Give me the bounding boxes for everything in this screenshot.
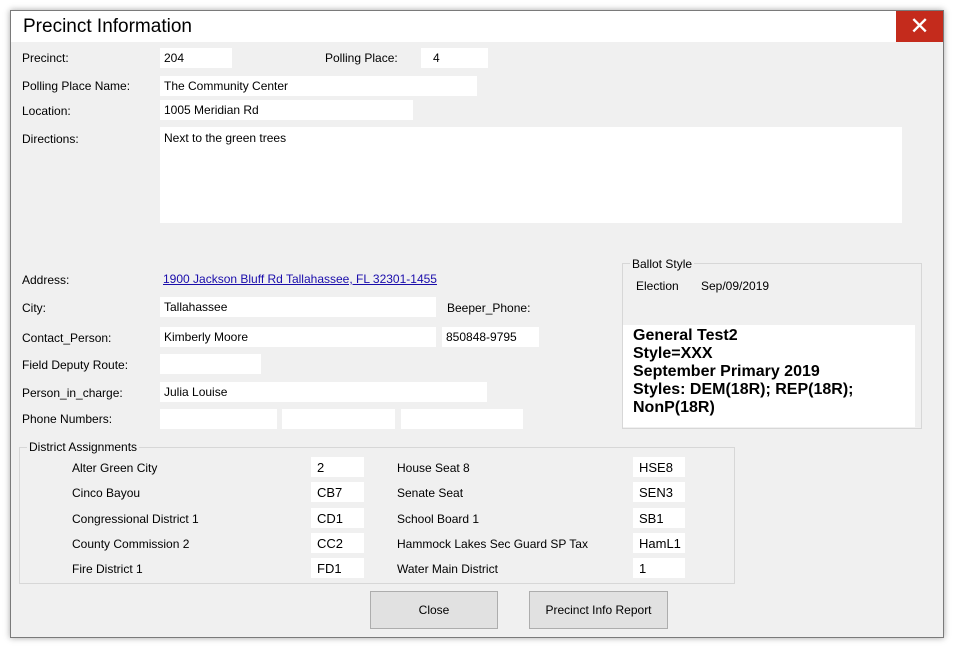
field-deputy-route-label: Field Deputy Route:: [22, 358, 129, 372]
district-assignments-title: District Assignments: [27, 440, 140, 454]
precinct-info-dialog: Precinct Information ✕ Precinct: 204 Pol…: [10, 10, 944, 638]
ballot-style-line: General Test2: [633, 327, 738, 344]
ballot-style-line: Style=XXX: [633, 345, 713, 362]
city-label: City:: [22, 301, 46, 315]
district-value-field[interactable]: CC2: [311, 533, 364, 553]
district-value-field[interactable]: CD1: [311, 508, 364, 528]
window-title: Precinct Information: [23, 16, 192, 37]
district-label: Water Main District: [397, 562, 498, 576]
phone-number-1-field[interactable]: [160, 409, 277, 429]
district-label: Congressional District 1: [72, 512, 199, 526]
location-label: Location:: [22, 104, 71, 118]
title-bar: Precinct Information ✕: [11, 11, 943, 42]
precinct-field[interactable]: 204: [160, 48, 232, 68]
ballot-style-line: September Primary 2019: [633, 363, 820, 380]
address-link[interactable]: 1900 Jackson Bluff Rd Tallahassee, FL 32…: [163, 272, 437, 286]
city-field[interactable]: Tallahassee: [160, 297, 436, 317]
district-value-field[interactable]: CB7: [311, 482, 364, 502]
district-label: House Seat 8: [397, 461, 470, 475]
ballot-style-line: NonP(18R): [633, 399, 715, 416]
district-label: Cinco Bayou: [72, 486, 141, 500]
polling-place-name-label: Polling Place Name:: [22, 79, 131, 93]
polling-place-label: Polling Place:: [325, 51, 398, 65]
address-label: Address:: [22, 273, 70, 287]
district-value-field[interactable]: FD1: [311, 558, 364, 578]
directions-label: Directions:: [22, 132, 79, 146]
ballot-style-description: General Test2 Style=XXX September Primar…: [623, 325, 915, 427]
district-label: Senate Seat: [397, 486, 464, 500]
close-icon[interactable]: ✕: [896, 11, 943, 42]
district-value-field[interactable]: HSE8: [633, 457, 685, 477]
beeper-phone-label: Beeper_Phone:: [447, 301, 531, 315]
district-value-field[interactable]: SEN3: [633, 482, 685, 502]
district-label: County Commission 2: [72, 537, 190, 551]
beeper-phone-field[interactable]: 850848-9795: [442, 327, 539, 347]
ballot-style-line: Styles: DEM(18R); REP(18R);: [633, 381, 854, 398]
ballot-style-title: Ballot Style: [630, 257, 695, 271]
phone-numbers-label: Phone Numbers:: [22, 412, 113, 426]
contact-person-field[interactable]: Kimberly Moore: [160, 327, 436, 347]
district-label: Hammock Lakes Sec Guard SP Tax: [397, 537, 588, 551]
polling-place-name-field[interactable]: The Community Center: [160, 76, 477, 96]
district-label: Alter Green City: [72, 461, 158, 475]
district-label: Fire District 1: [72, 562, 143, 576]
district-value-field[interactable]: 2: [311, 457, 364, 477]
field-deputy-route-field[interactable]: [160, 354, 261, 374]
contact-person-label: Contact_Person:: [22, 331, 112, 345]
district-value-field[interactable]: 1: [633, 558, 685, 578]
precinct-info-report-button[interactable]: Precinct Info Report: [529, 591, 668, 629]
election-label: Election: [636, 279, 679, 293]
district-label: School Board 1: [397, 512, 480, 526]
district-value-field[interactable]: SB1: [633, 508, 685, 528]
precinct-label: Precinct:: [22, 51, 69, 65]
directions-field[interactable]: Next to the green trees: [160, 127, 902, 223]
polling-place-field[interactable]: 4: [421, 48, 488, 68]
district-value-field[interactable]: HamL1: [633, 533, 685, 553]
phone-number-2-field[interactable]: [282, 409, 395, 429]
election-date: Sep/09/2019: [701, 279, 770, 293]
person-in-charge-label: Person_in_charge:: [22, 386, 123, 400]
location-field[interactable]: 1005 Meridian Rd: [160, 100, 413, 120]
person-in-charge-field[interactable]: Julia Louise: [160, 382, 487, 402]
close-button[interactable]: Close: [370, 591, 498, 629]
phone-number-3-field[interactable]: [401, 409, 523, 429]
